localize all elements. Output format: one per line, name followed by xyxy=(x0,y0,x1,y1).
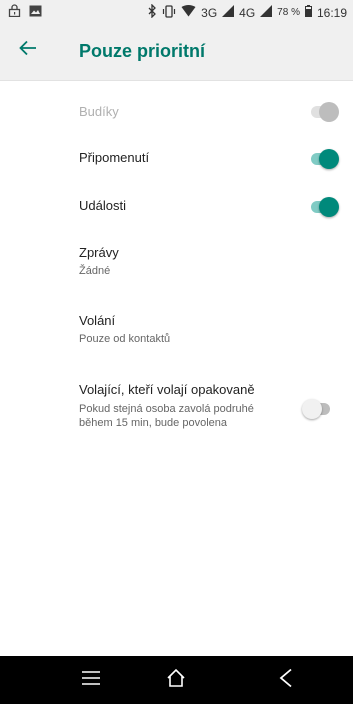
setting-title: Zprávy xyxy=(79,245,119,260)
status-bar: 3G 4G 78 % 16:19 xyxy=(0,0,353,24)
battery-percent: 78 % xyxy=(277,7,300,18)
setting-messages[interactable]: Zprávy Žádné xyxy=(0,240,353,290)
vibrate-icon xyxy=(162,4,176,21)
page-title: Pouze prioritní xyxy=(79,41,205,61)
repeat-callers-toggle[interactable] xyxy=(302,399,332,419)
setting-title: Události xyxy=(79,198,126,213)
setting-title: Připomenutí xyxy=(79,150,150,165)
back-nav-button[interactable] xyxy=(272,666,300,694)
setting-repeat-callers[interactable]: Volající, kteří volají opakovaně Pokud s… xyxy=(0,377,353,437)
home-button[interactable] xyxy=(162,666,190,694)
setting-title: Volající, kteří volají opakovaně xyxy=(79,382,255,397)
image-icon xyxy=(29,5,42,20)
clock: 16:19 xyxy=(316,5,347,20)
signal-strength-icon xyxy=(222,5,235,20)
menu-icon xyxy=(82,670,100,690)
setting-subtitle: Pouze od kontaktů xyxy=(79,333,171,345)
setting-subtitle: Pokud stejná osoba zavolá podruhé během … xyxy=(79,403,254,429)
back-button[interactable] xyxy=(14,36,42,64)
menu-button[interactable] xyxy=(77,666,105,694)
app-bar: Pouze prioritní xyxy=(0,24,353,81)
alarms-toggle[interactable] xyxy=(309,102,339,122)
signal-4g-label: 4G xyxy=(239,5,256,20)
home-icon xyxy=(166,668,186,693)
setting-alarms[interactable]: Budíky xyxy=(0,97,353,127)
arrow-left-icon xyxy=(19,40,37,61)
battery-icon xyxy=(304,5,312,20)
setting-subtitle: Žádné xyxy=(79,265,111,277)
navigation-bar xyxy=(0,656,353,704)
events-toggle[interactable] xyxy=(309,197,339,217)
wifi-icon xyxy=(181,5,196,20)
setting-calls[interactable]: Volání Pouze od kontaktů xyxy=(0,308,353,358)
reminders-toggle[interactable] xyxy=(309,149,339,169)
signal-3g-label: 3G xyxy=(201,5,218,20)
lock-icon xyxy=(8,4,21,20)
signal-strength-icon xyxy=(260,5,273,20)
back-triangle-icon xyxy=(279,668,293,693)
bluetooth-icon xyxy=(147,3,157,21)
setting-reminders[interactable]: Připomenutí xyxy=(0,146,353,176)
setting-title: Volání xyxy=(79,313,116,328)
setting-events[interactable]: Události xyxy=(0,194,353,224)
setting-title: Budíky xyxy=(79,104,119,119)
